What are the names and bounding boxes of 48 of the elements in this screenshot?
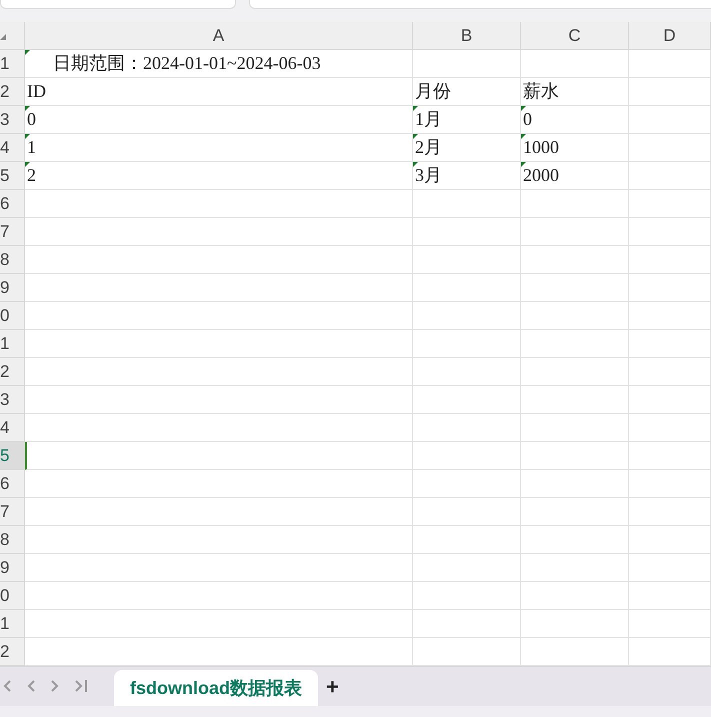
row-header[interactable]: 8	[0, 526, 25, 554]
select-all-corner[interactable]	[0, 22, 25, 50]
row-header[interactable]: 3	[0, 106, 25, 134]
row-header[interactable]: 7	[0, 498, 25, 526]
table-cell: 0	[521, 106, 629, 134]
active-cell[interactable]	[25, 442, 413, 470]
row-header[interactable]: 9	[0, 274, 25, 302]
row-header[interactable]: 0	[0, 582, 25, 610]
row-header[interactable]: 4	[0, 414, 25, 442]
last-sheet-icon[interactable]	[74, 679, 88, 693]
row-header[interactable]: 7	[0, 218, 25, 246]
row-header[interactable]: 4	[0, 134, 25, 162]
column-header[interactable]: A	[25, 22, 413, 50]
table-cell: 1000	[521, 134, 629, 162]
previous-sheet-icon[interactable]	[26, 679, 36, 693]
row-header[interactable]: 2	[0, 358, 25, 386]
table-cell: 日期范围：2024-01-01~2024-06-03	[25, 50, 413, 78]
table-cell: 薪水	[521, 78, 629, 106]
row-header[interactable]: 5	[0, 162, 25, 190]
table-cell: 3月	[413, 162, 521, 190]
column-header[interactable]: D	[629, 22, 711, 50]
first-sheet-icon[interactable]	[2, 679, 12, 693]
row-header[interactable]: 2	[0, 638, 25, 666]
table-cell: 2月	[413, 134, 521, 162]
table-cell: 月份	[413, 78, 521, 106]
table-cell: 0	[25, 106, 413, 134]
column-header[interactable]: B	[413, 22, 521, 50]
row-header[interactable]: 6	[0, 470, 25, 498]
row-header[interactable]: 9	[0, 554, 25, 582]
column-header[interactable]: C	[521, 22, 629, 50]
row-header[interactable]: 8	[0, 246, 25, 274]
table-cell: 2	[25, 162, 413, 190]
row-header[interactable]: 3	[0, 386, 25, 414]
next-sheet-icon[interactable]	[50, 679, 60, 693]
row-header[interactable]: 1	[0, 50, 25, 78]
row-header[interactable]: 2	[0, 78, 25, 106]
row-header[interactable]: 1	[0, 610, 25, 638]
row-header[interactable]: 5	[0, 442, 25, 470]
table-cell: 1月	[413, 106, 521, 134]
row-header[interactable]: 6	[0, 190, 25, 218]
corner-triangle-icon	[0, 34, 6, 40]
table-cell: ID	[25, 78, 413, 106]
row-header[interactable]: 0	[0, 302, 25, 330]
table-cell: 1	[25, 134, 413, 162]
add-sheet-button[interactable]: +	[318, 666, 347, 706]
table-cell: 2000	[521, 162, 629, 190]
sheet-tab[interactable]: fsdownload数据报表	[114, 670, 318, 706]
row-header[interactable]: 1	[0, 330, 25, 358]
